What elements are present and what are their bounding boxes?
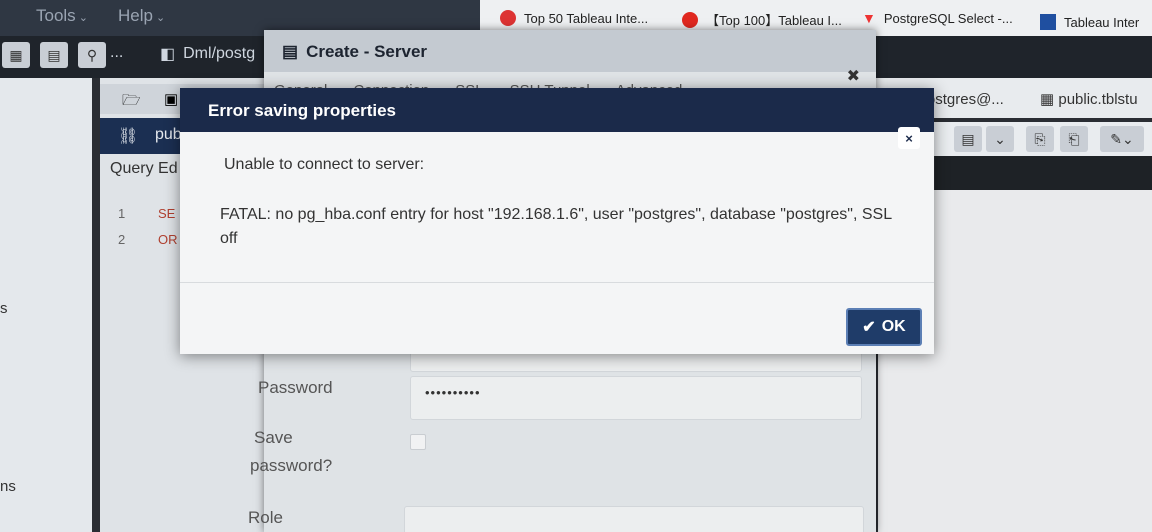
save-password-label: Save (254, 428, 293, 447)
right-dark-bar (935, 156, 1152, 190)
triangle-icon: ▼ (862, 10, 876, 26)
grid-icon[interactable]: ▦ (2, 42, 30, 68)
paste-icon[interactable]: ⎗ (1060, 126, 1088, 152)
save-icon[interactable]: ▤ (954, 126, 982, 152)
role-select[interactable] (404, 506, 864, 532)
save-password-checkbox[interactable] (410, 434, 426, 450)
ok-button[interactable]: ✔ OK (846, 308, 922, 346)
tableau-icon (1040, 14, 1056, 30)
table-icon[interactable]: ▤ (40, 42, 68, 68)
close-button[interactable]: × (898, 127, 920, 149)
error-message-summary: Unable to connect to server: (224, 156, 425, 173)
side-label: ns (0, 478, 16, 495)
browser-panel: s ns (0, 78, 92, 532)
line-number: 2 (118, 232, 126, 247)
role-label: Role (248, 508, 283, 527)
error-dialog-header: Error saving properties (180, 88, 934, 132)
bookmark-item[interactable]: 【Top 100】Tableau I... (682, 10, 842, 29)
menu-tools[interactable]: Tools ⌄ (36, 6, 88, 26)
create-server-header: ▤ Create - Server (264, 30, 876, 72)
right-toolbar: ▤ ⌄ ⎘ ⎗ ✎⌄ (930, 122, 1152, 156)
password-field[interactable]: •••••••••• (410, 376, 862, 420)
chevron-down-icon[interactable]: ⌄ (986, 126, 1014, 152)
server-icon: ▤ (282, 42, 299, 61)
save-password-label: password? (250, 456, 333, 475)
bookmark-item[interactable]: ▼ PostgreSQL Select -... (862, 10, 1013, 26)
table-icon: ▦ (1040, 91, 1055, 108)
sql-keyword: OR (158, 232, 178, 247)
link-icon: ⛓ (118, 128, 139, 145)
chevron-down-icon: ⌄ (78, 12, 88, 24)
sql-keyword: SE (158, 206, 176, 221)
tab-dml-postgres[interactable]: ◧ Dml/postg (160, 44, 255, 64)
query-editor-tab[interactable]: Query Ed (110, 160, 178, 178)
eraser-icon[interactable]: ✎⌄ (1100, 126, 1144, 152)
side-label: s (0, 300, 8, 317)
divider (180, 282, 934, 283)
error-message-detail: FATAL: no pg_hba.conf entry for host "19… (220, 206, 892, 247)
bookmark-item[interactable]: Tableau Inter (1040, 14, 1139, 30)
tab-public-tblstu[interactable]: ▦ public.tblstu (1040, 90, 1138, 108)
copy-icon[interactable]: ⎘ (1026, 126, 1054, 152)
database-icon: ◧ (160, 46, 176, 63)
bookmark-item[interactable]: Top 50 Tableau Inte... (500, 10, 648, 26)
close-icon[interactable]: ✖ (847, 66, 860, 86)
tab-overflow[interactable]: ... (110, 44, 123, 62)
save-icon[interactable]: ▣ (164, 90, 178, 108)
password-label: Password (258, 378, 333, 397)
red-dot-icon (682, 11, 698, 28)
web-icon (500, 10, 516, 26)
error-dialog: Error saving properties × Unable to conn… (180, 88, 934, 354)
error-dialog-title: Error saving properties (208, 101, 397, 120)
checkmark-icon: ✔ (862, 319, 876, 336)
folder-open-icon[interactable]: 🗁 (122, 90, 141, 115)
line-number: 1 (118, 206, 126, 221)
search-icon[interactable]: ⚲ (78, 42, 106, 68)
chevron-down-icon: ⌄ (155, 12, 166, 24)
menu-help[interactable]: Help ⌄ (118, 6, 165, 26)
